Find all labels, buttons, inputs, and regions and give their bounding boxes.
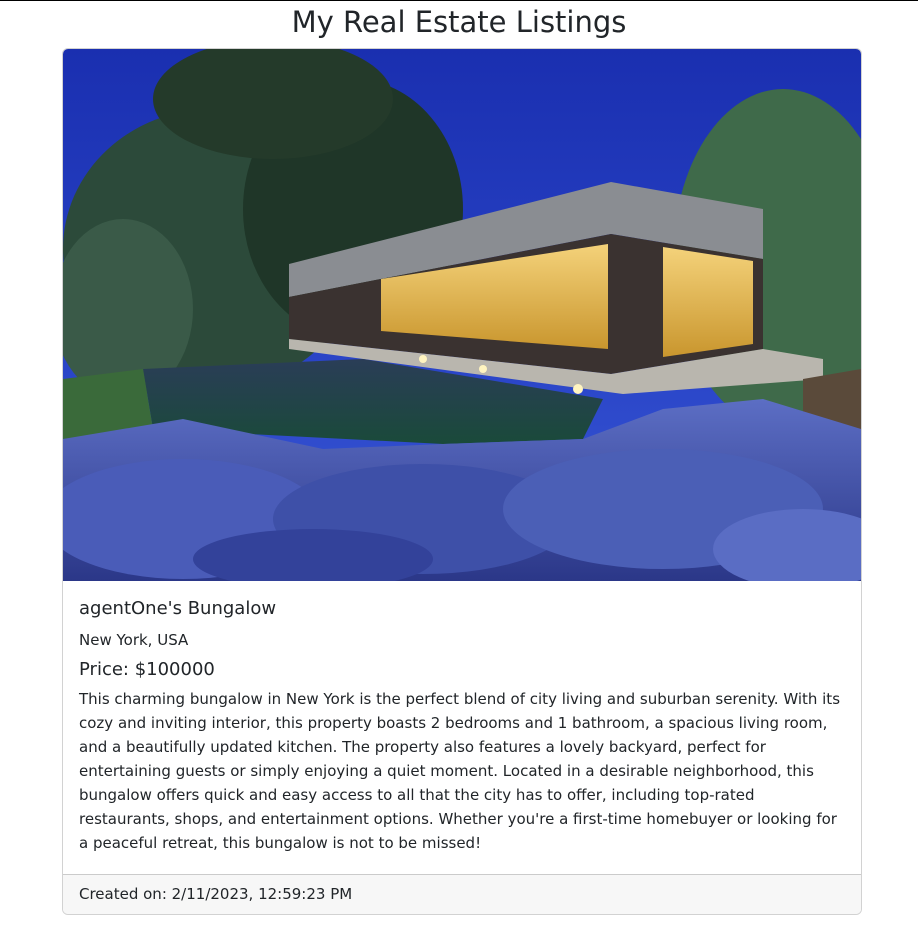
listing-body: agentOne's Bungalow New York, USA Price:… (79, 595, 845, 870)
page-title: My Real Estate Listings (291, 5, 627, 39)
listing-created-footer: Created on: 2/11/2023, 12:59:23 PM (63, 874, 861, 914)
listing-photo (63, 49, 861, 581)
listing-price: Price: $100000 (79, 659, 215, 680)
top-border (0, 0, 918, 1)
listing-description: This charming bungalow in New York is th… (79, 690, 841, 852)
listing-card: agentOne's Bungalow New York, USA Price:… (62, 48, 862, 915)
listing-title: agentOne's Bungalow (79, 598, 277, 619)
listing-location: New York, USA (79, 631, 189, 649)
